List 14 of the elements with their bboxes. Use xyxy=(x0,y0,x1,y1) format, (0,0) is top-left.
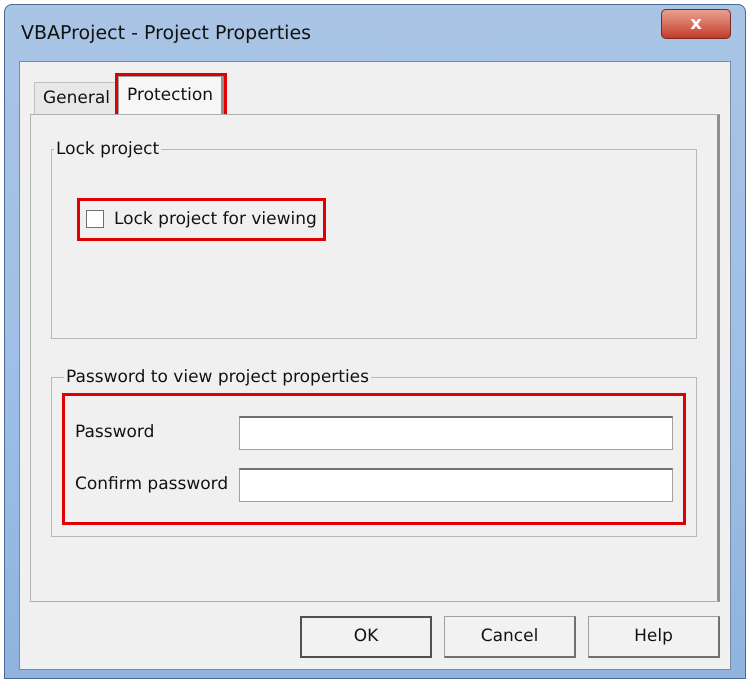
window-title: VBAProject - Project Properties xyxy=(20,20,312,46)
dialog-button[interactable]: OK xyxy=(300,616,432,658)
group-title: Lock project xyxy=(55,138,160,161)
tab[interactable]: Protection xyxy=(118,76,224,114)
dialog-button[interactable]: Help xyxy=(588,616,720,658)
password-field[interactable] xyxy=(239,468,673,502)
dialog-button[interactable]: Cancel xyxy=(444,616,576,658)
lock-checkbox[interactable]: Lock project for viewing xyxy=(80,200,323,238)
group-title: Password to view project properties xyxy=(65,366,370,389)
checkbox-square[interactable] xyxy=(86,210,104,228)
password-field[interactable] xyxy=(239,416,673,450)
field-label: Password xyxy=(75,420,156,444)
tab[interactable]: General xyxy=(34,82,118,114)
field-label: Confirm password xyxy=(75,472,230,496)
